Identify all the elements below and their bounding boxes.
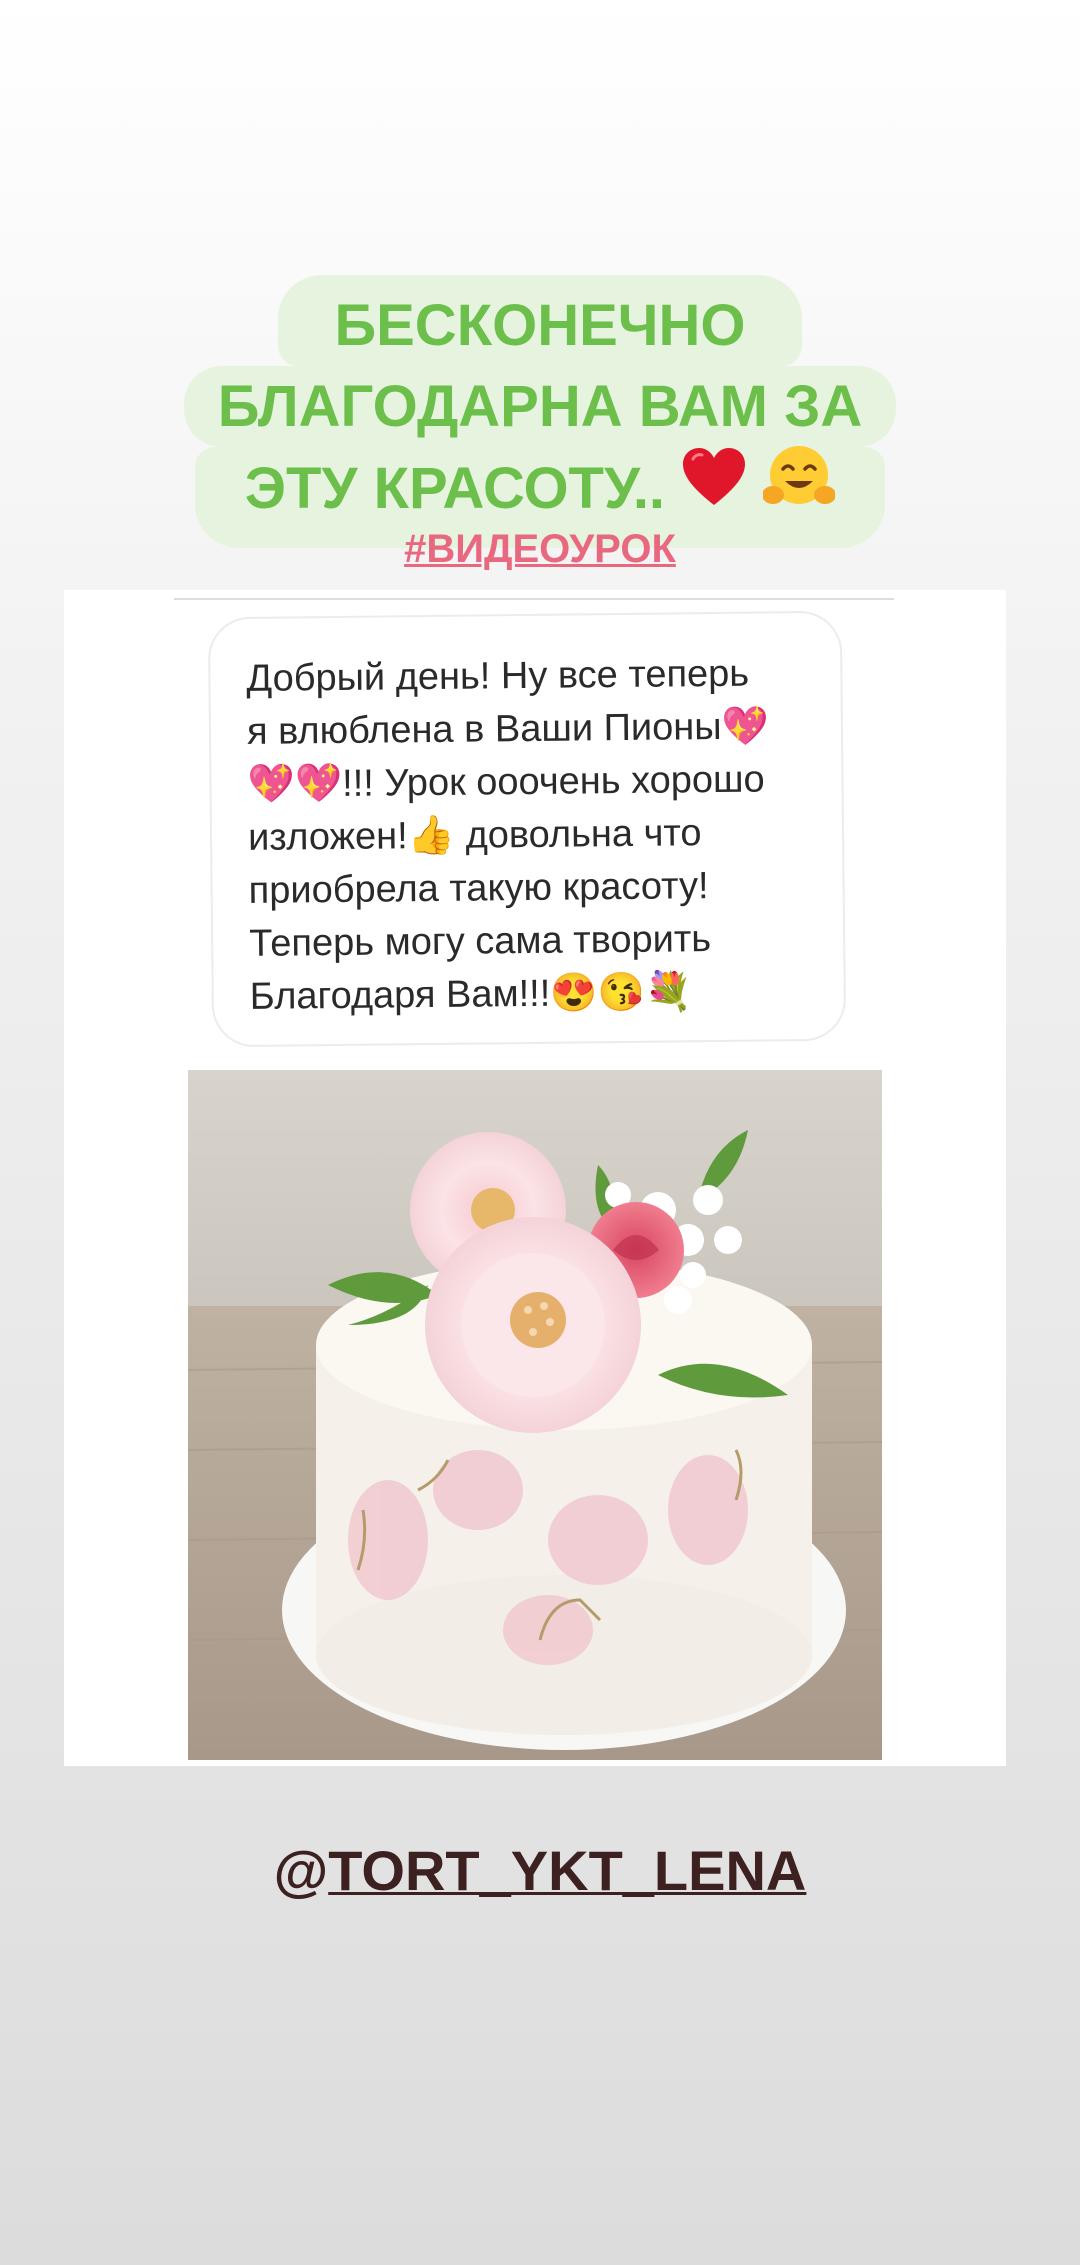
message-text: Добрый день! Ну все теперь я влюблена в … bbox=[246, 652, 770, 1018]
cake-photo bbox=[188, 1070, 882, 1760]
cake-photo-image bbox=[188, 1070, 882, 1760]
mention-handle: TORT_YKT_LENA bbox=[328, 1839, 807, 1902]
caption-text: БЕСКОНЕЧНО БЛАГОДАРНА ВАМ ЗА ЭТУ КРАСОТУ… bbox=[183, 275, 897, 548]
hashtag-text: #ВИДЕОУРОК bbox=[404, 527, 676, 571]
mention-prefix: @ bbox=[273, 1839, 329, 1902]
heart-icon bbox=[681, 447, 747, 526]
caption-sticker[interactable]: БЕСКОНЕЧНО БЛАГОДАРНА ВАМ ЗА ЭТУ КРАСОТУ… bbox=[0, 275, 1080, 548]
divider bbox=[174, 598, 894, 600]
caption-line-2: БЛАГОДАРНА ВАМ ЗА bbox=[183, 366, 897, 447]
hugging-face-icon bbox=[762, 443, 837, 530]
hashtag-sticker[interactable]: #ВИДЕОУРОК bbox=[0, 527, 1080, 572]
message-bubble: Добрый день! Ну все теперь я влюблена в … bbox=[207, 610, 847, 1048]
screenshot-card: Добрый день! Ну все теперь я влюблена в … bbox=[64, 590, 1006, 1766]
mention-sticker[interactable]: @TORT_YKT_LENA bbox=[0, 1838, 1080, 1903]
caption-line-1: БЕСКОНЕЧНО bbox=[278, 275, 802, 366]
caption-line-3-text: ЭТУ КРАСОТУ.. bbox=[244, 455, 666, 521]
